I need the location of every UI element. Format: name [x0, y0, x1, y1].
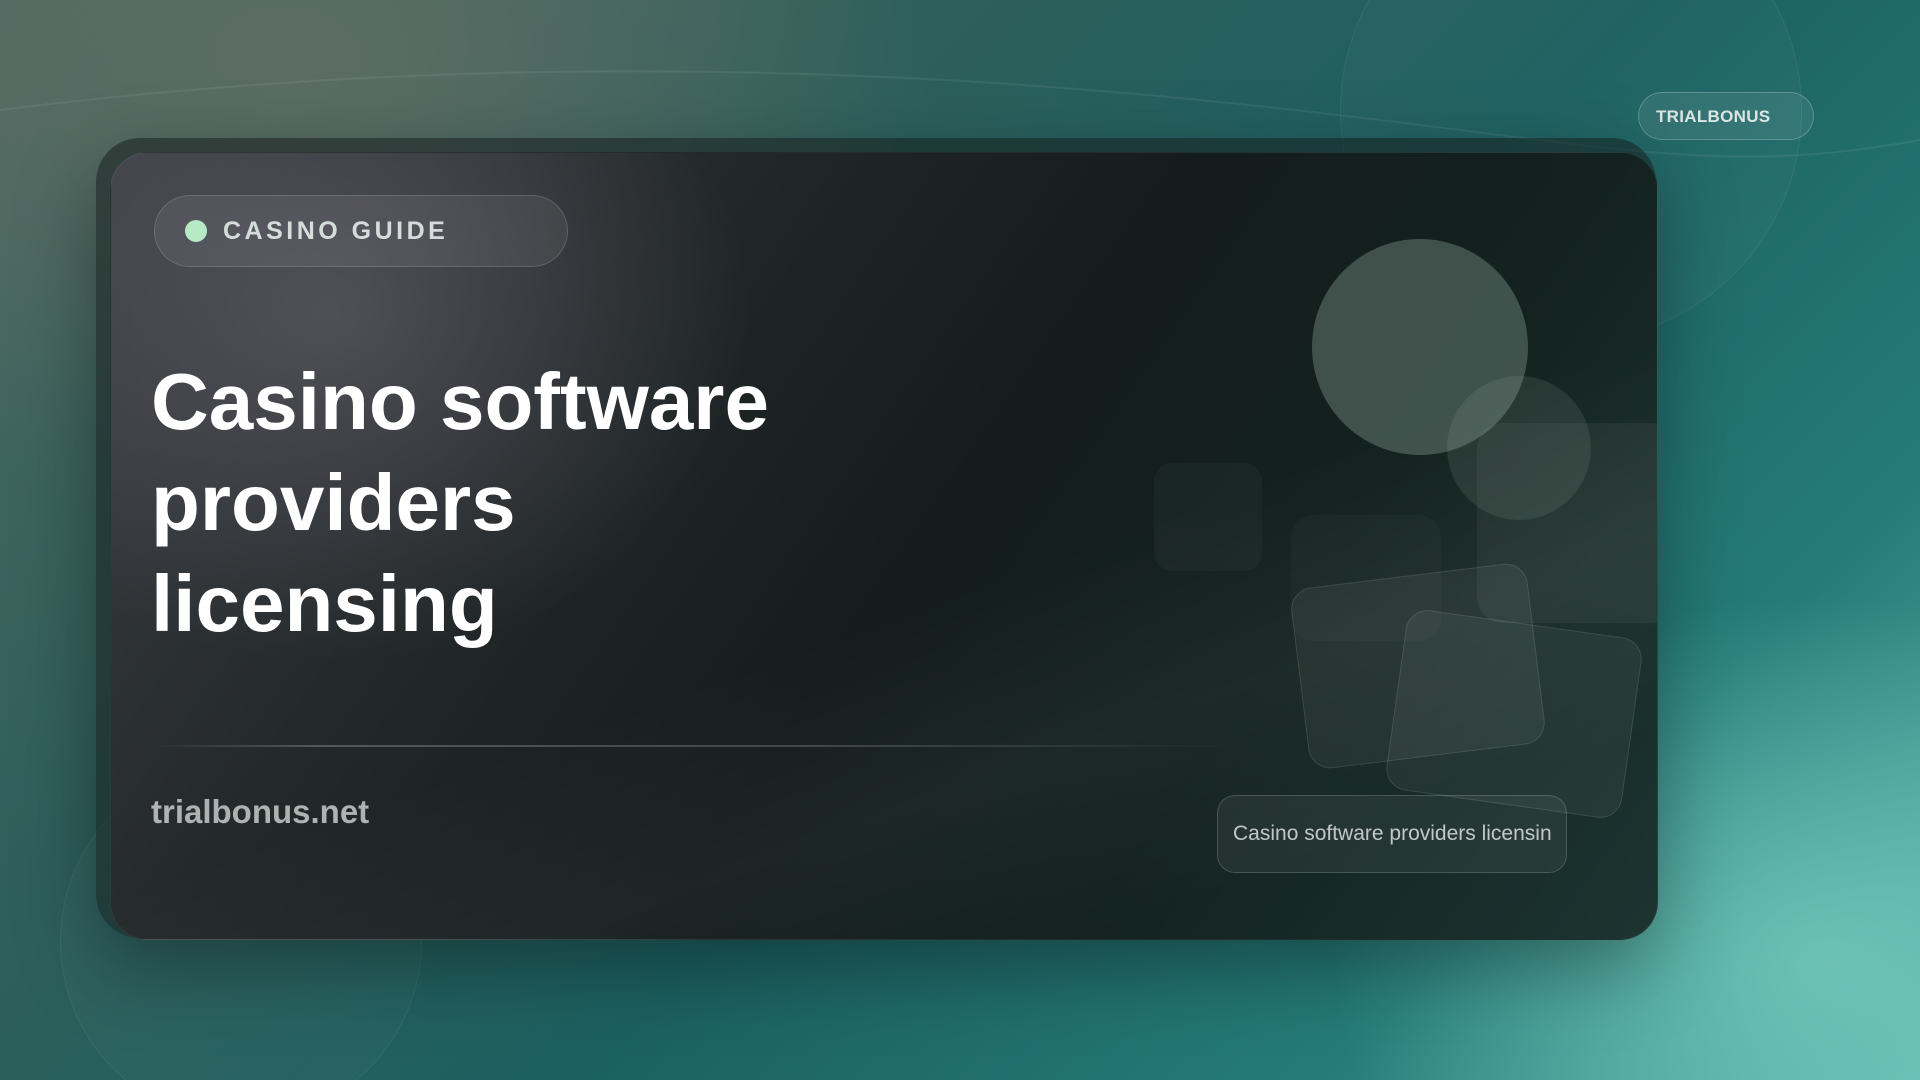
- category-tag-label: CASINO GUIDE: [223, 216, 449, 245]
- article-card: CASINO GUIDE Casino software providers l…: [110, 152, 1658, 940]
- decorative-circle-large: [1312, 239, 1528, 455]
- decorative-square: [1154, 463, 1262, 571]
- status-dot-icon: [185, 220, 207, 242]
- page: TRIALBONUS CASINO GUIDE Casino software …: [0, 0, 1920, 1080]
- caption-chip: Casino software providers licensin: [1217, 795, 1567, 873]
- article-title: Casino software providers licensing: [151, 357, 769, 648]
- decorative-card: [1383, 607, 1645, 821]
- category-tag: CASINO GUIDE: [154, 195, 568, 267]
- brand-badge[interactable]: TRIALBONUS: [1638, 92, 1814, 140]
- site-name: trialbonus.net: [151, 793, 370, 830]
- divider: [151, 745, 1241, 747]
